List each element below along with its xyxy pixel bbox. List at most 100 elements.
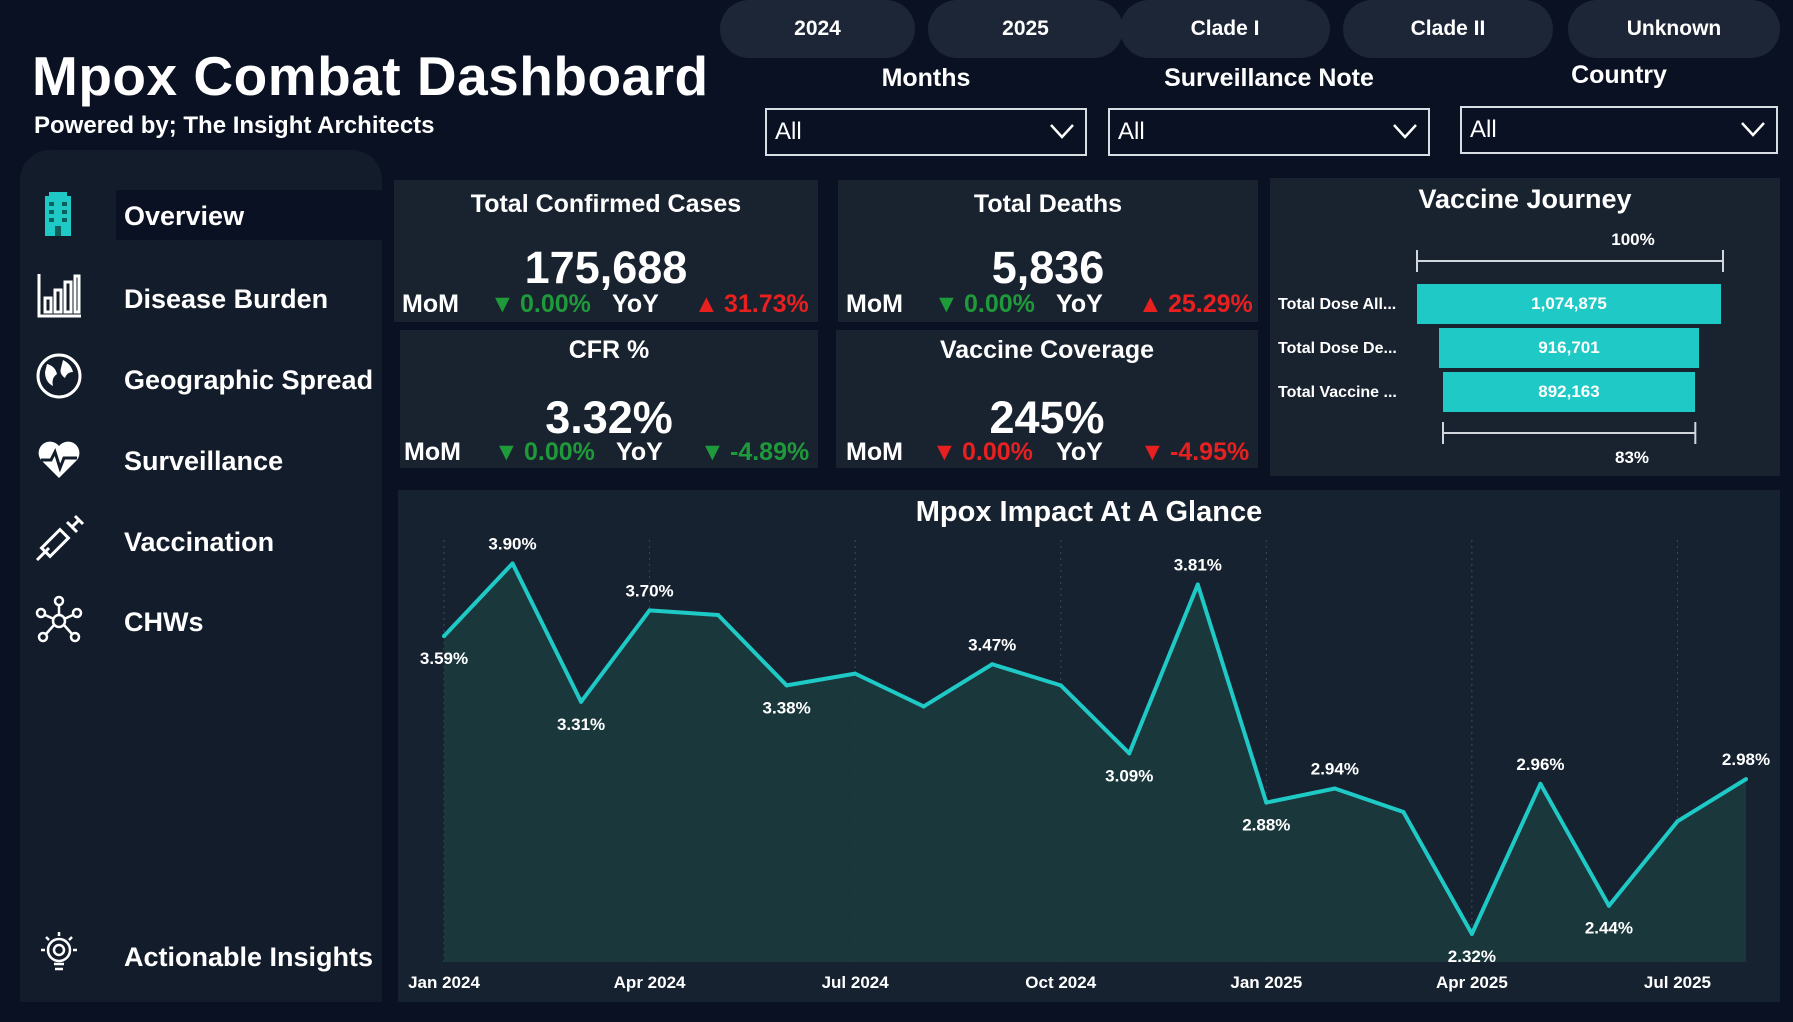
data-label: 2.88% (1242, 816, 1290, 835)
data-point (1127, 751, 1132, 756)
kpi-card-vaccine-coverage: Vaccine Coverage 245% MoM ▼ 0.00% YoY ▼ … (836, 330, 1258, 468)
page-subtitle: Powered by; The Insight Architects (34, 112, 435, 139)
yoy-label: YoY (1056, 290, 1103, 318)
data-point (921, 704, 926, 709)
kpi-card-total-confirmed-cases: Total Confirmed Cases 175,688 MoM ▼ 0.00… (394, 180, 818, 322)
bar-chart-icon (37, 274, 81, 318)
data-point (716, 613, 721, 618)
data-point (1675, 819, 1680, 824)
data-label: 2.44% (1585, 919, 1633, 938)
network-icon (35, 595, 83, 643)
x-tick-label: Jul 2025 (1644, 973, 1711, 992)
months-dropdown[interactable]: All (765, 108, 1087, 156)
sidebar-item-vaccination[interactable]: Vaccination (124, 527, 274, 558)
vaccine-journey-card: Vaccine Journey 100% Total Dose All... T… (1270, 178, 1780, 476)
building-icon (45, 192, 71, 236)
data-point (853, 671, 858, 676)
page-title: Mpox Combat Dashboard (32, 45, 709, 107)
mom-label: MoM (846, 438, 903, 466)
kpi-mom-value: 0.00% (520, 290, 591, 318)
lightbulb-icon (41, 932, 77, 971)
vaccine-bar-label: Total Dose De... (1278, 340, 1397, 357)
data-label: 2.98% (1722, 750, 1770, 769)
x-tick-label: Apr 2024 (614, 973, 686, 992)
yoy-label: YoY (1056, 438, 1103, 466)
kpi-title: Total Confirmed Cases (470, 190, 742, 218)
data-point (1469, 931, 1474, 936)
data-point (1744, 777, 1748, 782)
vaccine-journey-bottom-pct: 83% (1614, 448, 1650, 467)
sidebar-item-actionable-insights[interactable]: Actionable Insights (124, 942, 373, 973)
top-bracket (1416, 250, 1724, 272)
vaccine-bar[interactable]: 892,163 (1442, 372, 1696, 412)
sidebar-item-chws[interactable]: CHWs (124, 607, 204, 638)
kpi-value: 245% (989, 392, 1105, 443)
x-tick-label: Apr 2025 (1436, 973, 1508, 992)
data-point (1195, 582, 1200, 587)
months-dropdown-value: All (775, 118, 802, 145)
data-label: 3.09% (1105, 766, 1153, 785)
slicer-pill-clade-ii[interactable]: Clade II (1343, 0, 1553, 58)
data-point (510, 561, 515, 566)
sidebar-item-overview[interactable]: Overview (124, 201, 244, 232)
surveillance-dropdown-value: All (1118, 118, 1145, 145)
globe-icon (36, 353, 82, 399)
kpi-title: Total Deaths (973, 190, 1123, 218)
down-arrow-icon: ▼ (700, 438, 725, 466)
data-point (442, 634, 446, 639)
kpi-card-total-deaths: Total Deaths 5,836 MoM ▼ 0.00% YoY ▲ 25.… (838, 180, 1258, 322)
up-arrow-icon: ▲ (694, 290, 719, 318)
data-label: 3.59% (420, 649, 468, 668)
kpi-mom-value: 0.00% (962, 438, 1033, 466)
data-label: 3.38% (763, 698, 811, 717)
mom-label: MoM (846, 290, 903, 318)
vaccine-bar[interactable]: 1,074,875 (1417, 284, 1721, 324)
vaccine-journey-top-pct: 100% (1611, 230, 1655, 249)
country-filter-label: Country (1571, 61, 1667, 89)
data-label: 3.81% (1174, 556, 1222, 575)
data-point (990, 662, 995, 667)
data-label: 2.32% (1448, 947, 1496, 966)
heartbeat-icon (38, 441, 80, 478)
kpi-value: 175,688 (524, 242, 688, 293)
kpi-yoy-value: -4.89% (730, 438, 810, 466)
data-label: 3.70% (625, 581, 673, 600)
slicer-pill-2024[interactable]: 2024 (720, 0, 915, 58)
syringe-icon (35, 514, 85, 562)
vaccine-bar[interactable]: 916,701 (1439, 328, 1699, 368)
surveillance-filter-label: Surveillance Note (1164, 64, 1374, 92)
slicer-pill-unknown[interactable]: Unknown (1568, 0, 1780, 58)
country-dropdown[interactable]: All (1460, 106, 1778, 154)
kpi-title: Vaccine Coverage (939, 336, 1154, 364)
sidebar (102, 150, 382, 1002)
months-filter-label: Months (881, 64, 971, 92)
data-label: 2.96% (1516, 755, 1564, 774)
kpi-card-cfr: CFR % 3.32% MoM ▼ 0.00% YoY ▼ -4.89% (400, 330, 818, 468)
down-arrow-icon: ▼ (1140, 438, 1165, 466)
sidebar-item-geographic-spread[interactable]: Geographic Spread (124, 365, 373, 396)
data-label: 3.90% (488, 534, 536, 553)
x-tick-label: Jan 2025 (1230, 973, 1302, 992)
slicer-pill-clade-i[interactable]: Clade I (1120, 0, 1330, 58)
down-arrow-icon: ▼ (494, 438, 519, 466)
kpi-mom-value: 0.00% (524, 438, 595, 466)
impact-area-chart[interactable]: Jan 2024 Apr 2024 Jul 2024 Oct 2024 Jan 2025… (398, 490, 1780, 1002)
data-point (1401, 809, 1406, 814)
down-arrow-icon: ▼ (934, 290, 959, 318)
sidebar-item-disease-burden[interactable]: Disease Burden (124, 284, 328, 315)
down-arrow-icon: ▼ (490, 290, 515, 318)
up-arrow-icon: ▲ (1138, 290, 1163, 318)
data-point (1606, 903, 1611, 908)
mom-label: MoM (402, 290, 459, 318)
surveillance-dropdown[interactable]: All (1108, 108, 1430, 156)
mom-label: MoM (404, 438, 461, 466)
data-point (1264, 800, 1269, 805)
slicer-pill-2025[interactable]: 2025 (928, 0, 1123, 58)
sidebar-item-surveillance[interactable]: Surveillance (124, 446, 283, 477)
data-point (1538, 781, 1543, 786)
vaccine-journey-title: Vaccine Journey (1418, 184, 1632, 214)
kpi-value: 3.32% (545, 392, 673, 443)
data-point (579, 699, 584, 704)
data-label: 3.47% (968, 635, 1016, 654)
data-point (1058, 683, 1063, 688)
